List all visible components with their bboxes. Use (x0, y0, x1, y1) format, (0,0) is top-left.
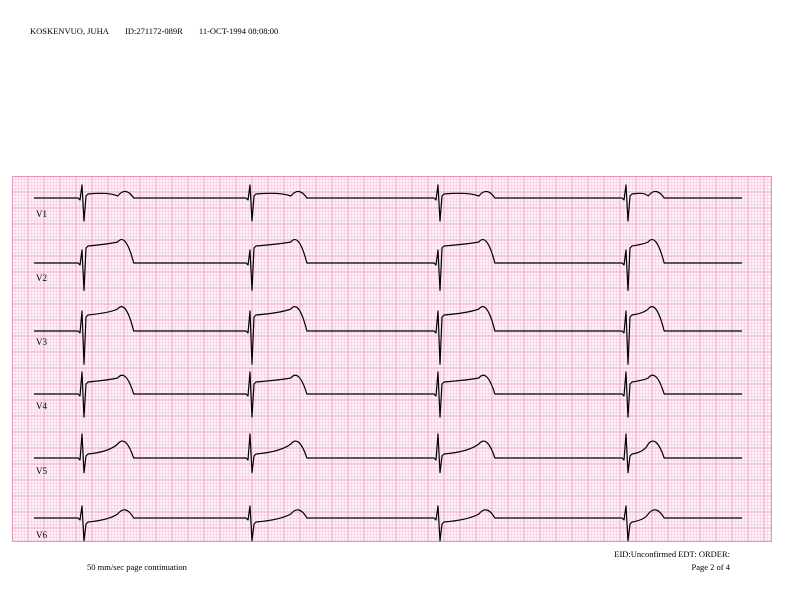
patient-id: ID:271172-089R (125, 26, 183, 36)
report-header: KOSKENVUO, JUHA ID:271172-089R 11-OCT-19… (30, 26, 278, 36)
paper-speed: 50 mm/sec page continuation (87, 562, 187, 572)
lead-label-v2: V2 (36, 273, 47, 283)
lead-label-v3: V3 (36, 337, 47, 347)
lead-label-v1: V1 (36, 209, 47, 219)
ecg-tracing-canvas (12, 176, 772, 542)
eid-line: EID:Unconfirmed EDT: ORDER: (614, 549, 730, 559)
page-number: Page 2 of 4 (691, 562, 730, 572)
recording-datetime: 11-OCT-1994 08:08:00 (198, 26, 279, 36)
lead-label-v5: V5 (36, 466, 47, 476)
patient-name: KOSKENVUO, JUHA (30, 26, 109, 36)
ecg-grid (12, 176, 772, 542)
lead-label-v6: V6 (36, 530, 47, 540)
lead-label-v4: V4 (36, 401, 47, 411)
grid-background (12, 176, 772, 542)
